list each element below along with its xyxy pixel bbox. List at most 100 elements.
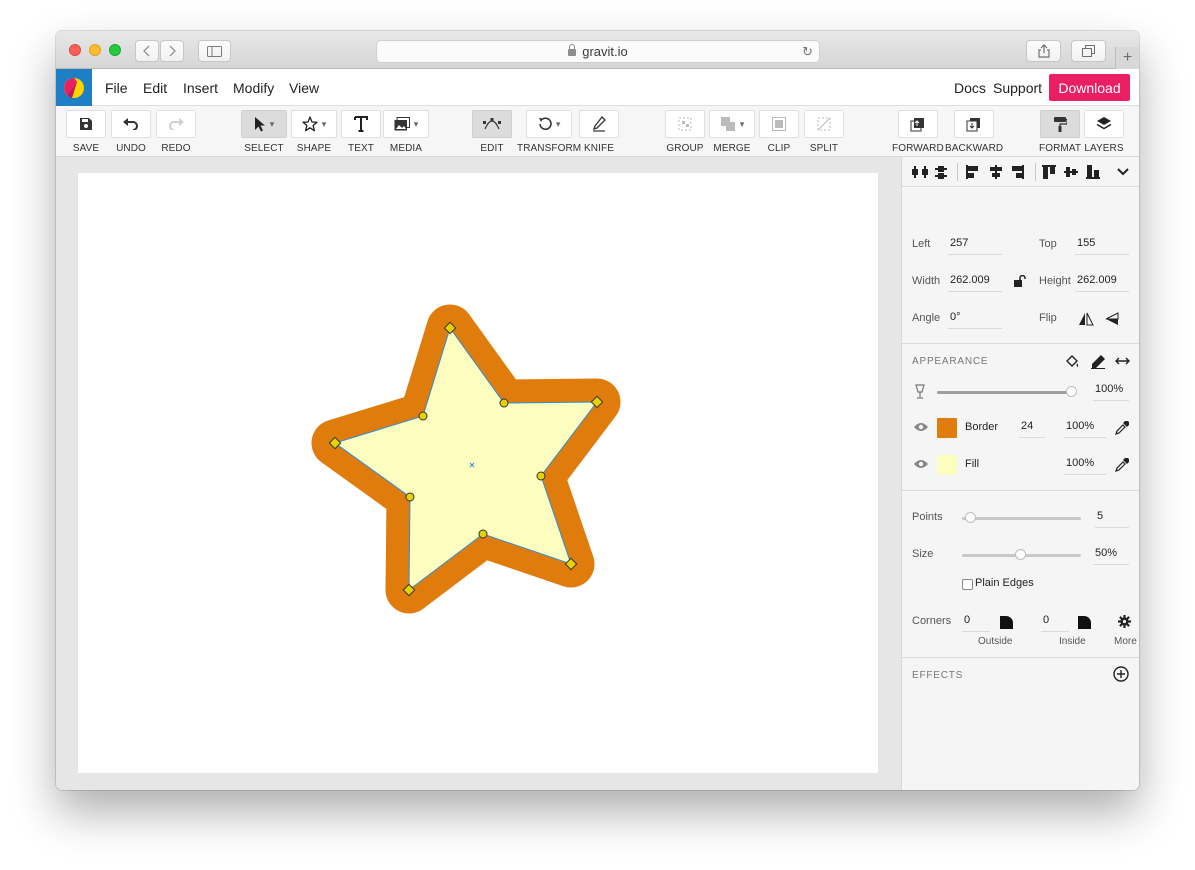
opacity-slider-knob[interactable] <box>1066 386 1077 397</box>
select-button[interactable]: ▾ <box>241 110 287 138</box>
points-slider-track[interactable] <box>962 517 1081 520</box>
gear-icon[interactable] <box>1117 614 1131 628</box>
transform-button[interactable]: ▾ <box>526 110 573 138</box>
add-effect-icon[interactable] <box>1113 666 1129 682</box>
new-tab-button[interactable]: + <box>1115 47 1139 69</box>
undo-button[interactable] <box>111 110 151 138</box>
unlock-icon[interactable] <box>1013 274 1027 288</box>
layers-tool[interactable]: LAYERS <box>1084 110 1124 154</box>
docs-link[interactable]: Docs <box>954 80 986 96</box>
back-button[interactable] <box>135 40 159 62</box>
media-button[interactable]: ▾ <box>383 110 429 138</box>
zoom-window-button[interactable] <box>109 44 121 56</box>
download-button[interactable]: Download <box>1049 74 1130 101</box>
opacity-input[interactable]: 100% <box>1093 383 1129 401</box>
opacity-slider-track[interactable] <box>937 391 1071 394</box>
distribute-vertical-icon[interactable] <box>935 166 947 179</box>
menu-view[interactable]: View <box>289 80 319 96</box>
edit-button[interactable] <box>472 110 512 138</box>
redo-tool[interactable]: REDO <box>156 110 196 154</box>
reload-icon[interactable]: ↻ <box>802 44 813 60</box>
transform-tool[interactable]: ▾ TRANSFORM <box>517 110 581 154</box>
layers-button[interactable] <box>1084 110 1124 138</box>
width-arrows-icon[interactable] <box>1114 353 1130 369</box>
star-shape[interactable] <box>311 304 621 614</box>
format-button[interactable] <box>1040 110 1081 138</box>
border-color-swatch[interactable] <box>937 418 957 438</box>
group-tool[interactable]: GROUP <box>665 110 705 154</box>
tabs-overview-button[interactable] <box>1071 40 1106 62</box>
save-button[interactable] <box>66 110 106 138</box>
inner-vertex-handle[interactable] <box>405 492 415 502</box>
share-button[interactable] <box>1026 40 1061 62</box>
points-slider-knob[interactable] <box>965 512 976 523</box>
align-left-icon[interactable] <box>966 165 978 179</box>
paint-bucket-icon[interactable] <box>1064 353 1080 369</box>
forward-button[interactable] <box>160 40 184 62</box>
outside-corner-input[interactable]: 0 <box>962 614 990 632</box>
align-top-icon[interactable] <box>1042 165 1056 179</box>
size-slider-knob[interactable] <box>1015 549 1026 560</box>
group-button[interactable] <box>665 110 705 138</box>
undo-tool[interactable]: UNDO <box>111 110 151 154</box>
drawing-surface[interactable] <box>78 173 878 773</box>
forward-tool[interactable]: FORWARD <box>892 110 944 154</box>
canvas-workspace[interactable] <box>56 157 901 790</box>
text-button[interactable] <box>341 110 381 138</box>
minimize-window-button[interactable] <box>89 44 101 56</box>
split-button[interactable] <box>804 110 844 138</box>
sidebar-toggle-button[interactable] <box>198 40 231 62</box>
height-input[interactable]: 262.009 <box>1075 274 1129 292</box>
gravit-logo[interactable] <box>56 69 92 106</box>
angle-input[interactable]: 0° <box>948 311 1002 329</box>
select-tool[interactable]: ▾ SELECT <box>241 110 287 154</box>
artboard[interactable] <box>78 173 878 773</box>
split-tool[interactable]: SPLIT <box>804 110 844 154</box>
inner-vertex-handle[interactable] <box>478 529 488 539</box>
support-link[interactable]: Support <box>993 80 1042 96</box>
fill-color-swatch[interactable] <box>937 455 957 475</box>
media-tool[interactable]: ▾ MEDIA <box>383 110 429 154</box>
inside-corner-input[interactable]: 0 <box>1041 614 1069 632</box>
flip-vertical-icon[interactable] <box>1105 312 1119 326</box>
knife-button[interactable] <box>579 110 619 138</box>
shape-tool[interactable]: ▾ SHAPE <box>291 110 337 154</box>
border-opacity-input[interactable]: 100% <box>1064 420 1106 438</box>
knife-tool[interactable]: KNIFE <box>579 110 619 154</box>
top-input[interactable]: 155 <box>1075 237 1129 255</box>
fill-opacity-input[interactable]: 100% <box>1064 457 1106 475</box>
align-bottom-icon[interactable] <box>1086 165 1100 179</box>
forward-button[interactable] <box>897 110 938 138</box>
shape-button[interactable]: ▾ <box>291 110 337 138</box>
eye-icon[interactable] <box>913 421 929 433</box>
backward-button[interactable] <box>954 110 995 138</box>
save-tool[interactable]: SAVE <box>66 110 106 154</box>
chevron-down-icon[interactable] <box>1117 168 1129 176</box>
eye-icon[interactable] <box>913 458 929 470</box>
align-center-icon[interactable] <box>990 165 1002 179</box>
eyedropper-icon[interactable] <box>1114 420 1129 435</box>
border-width-input[interactable]: 24 <box>1019 420 1045 438</box>
merge-tool[interactable]: ▾ MERGE <box>709 110 755 154</box>
text-tool[interactable]: TEXT <box>341 110 381 154</box>
menu-file[interactable]: File <box>105 80 128 96</box>
plain-edges-checkbox[interactable] <box>962 579 973 590</box>
left-input[interactable]: 257 <box>948 237 1002 255</box>
size-input[interactable]: 50% <box>1093 547 1129 565</box>
redo-button[interactable] <box>156 110 196 138</box>
points-input[interactable]: 5 <box>1095 510 1129 528</box>
backward-tool[interactable]: BACKWARD <box>945 110 1003 154</box>
menu-modify[interactable]: Modify <box>233 80 274 96</box>
align-right-icon[interactable] <box>1012 165 1024 179</box>
menu-edit[interactable]: Edit <box>143 80 167 96</box>
close-window-button[interactable] <box>69 44 81 56</box>
width-input[interactable]: 262.009 <box>948 274 1002 292</box>
merge-button[interactable]: ▾ <box>709 110 755 138</box>
flip-horizontal-icon[interactable] <box>1078 312 1094 326</box>
inner-vertex-handle[interactable] <box>418 411 428 421</box>
eyedropper-icon[interactable] <box>1114 457 1129 472</box>
inner-vertex-handle[interactable] <box>499 398 509 408</box>
clip-button[interactable] <box>759 110 799 138</box>
corner-style-inside-icon[interactable] <box>1077 615 1091 629</box>
pencil-icon[interactable] <box>1090 353 1106 369</box>
